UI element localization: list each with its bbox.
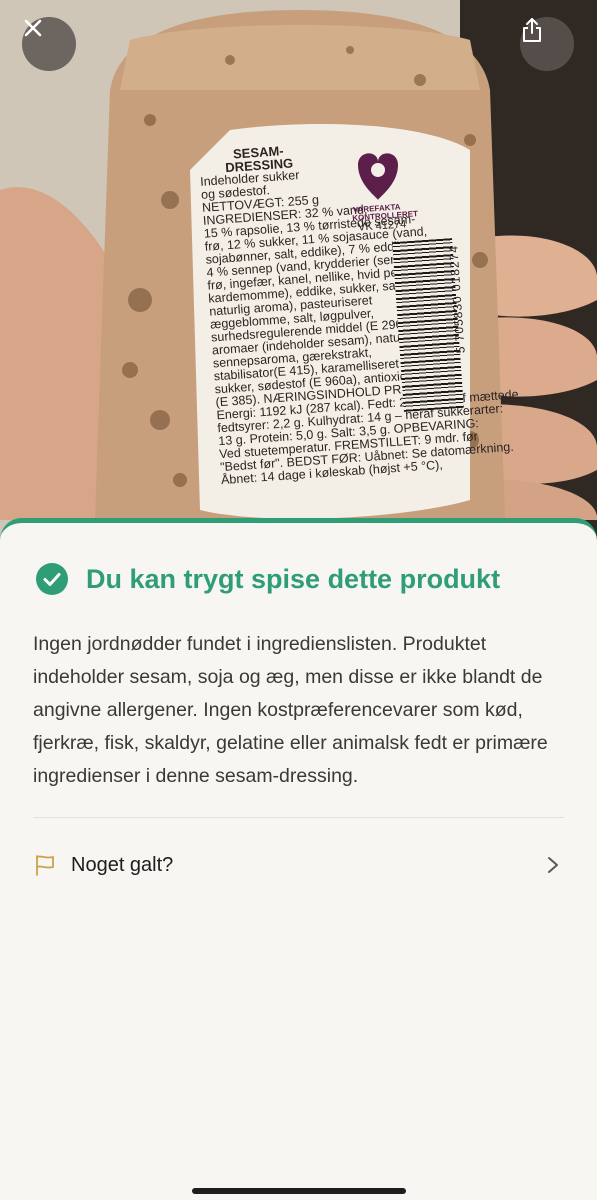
report-issue-label: Noget galt?	[71, 853, 174, 876]
flag-icon	[36, 855, 54, 876]
check-circle-icon	[36, 563, 68, 595]
chevron-right-icon	[548, 857, 558, 873]
product-photo: SESAM- DRESSING Indeholder sukker og sød…	[0, 0, 597, 560]
verdict-description: Ingen jordnødder fundet i ingredienslist…	[33, 633, 548, 787]
share-icon	[523, 18, 541, 42]
report-issue-row[interactable]: Noget galt?	[33, 845, 564, 885]
close-icon	[24, 19, 42, 37]
result-sheet: Du kan trygt spise dette produkt Ingen j…	[0, 518, 597, 1200]
scan-result-screen: SESAM- DRESSING Indeholder sukker og sød…	[0, 0, 597, 1200]
verdict-header: Du kan trygt spise dette produkt	[36, 563, 500, 595]
close-button[interactable]	[22, 17, 76, 71]
verdict-title: Du kan trygt spise dette produkt	[86, 563, 501, 594]
home-indicator[interactable]	[192, 1188, 406, 1194]
divider	[33, 817, 564, 818]
share-button[interactable]	[520, 17, 574, 71]
